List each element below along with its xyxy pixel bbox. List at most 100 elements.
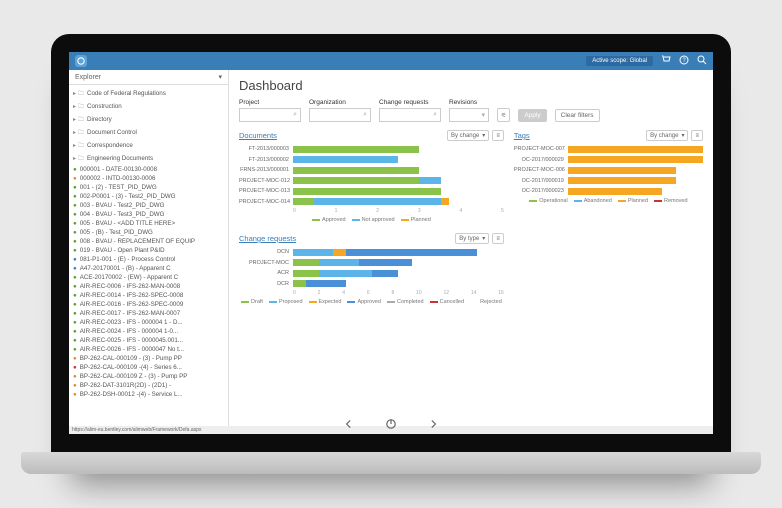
chart-segment xyxy=(441,198,449,205)
tree-node-label: 003 - BVAU - Test2_PID_DWG xyxy=(80,202,165,209)
chart-row-label: FRNS-2013/000001 xyxy=(239,167,293,173)
explorer-label: Explorer xyxy=(75,74,101,81)
chart-bars xyxy=(293,259,504,266)
chart-segment xyxy=(293,156,398,163)
tree-node[interactable]: ●AIR-REC-0016 - IFS-262-SPEC-0009 xyxy=(69,300,228,309)
tree-node-label: A47-20170001 - (B) - Apparent C xyxy=(80,265,171,272)
tree-node[interactable]: ▸ 🗀Correspondence xyxy=(69,139,228,152)
tree-node[interactable]: ●000002 - INTD-00130-0006 xyxy=(69,174,228,183)
filter-cr-input[interactable]: ⌕ xyxy=(379,108,441,122)
tree-node[interactable]: ●005 - BVAU - <ADD TITLE HERE> xyxy=(69,219,228,228)
tree-node[interactable]: ●BP-262-DSH-00012 -(4) - Service L... xyxy=(69,390,228,399)
tree-node[interactable]: ●AIR-REC-0023 - IFS - 000004 1 - D... xyxy=(69,318,228,327)
tree-node[interactable]: ●AIR-REC-0017 - IFS-262-MAN-0007 xyxy=(69,309,228,318)
chart-segment xyxy=(319,270,372,277)
tree-node-label: AIR-REC-0024 - IFS - 000004 1-0... xyxy=(80,328,178,335)
clear-filters-button[interactable]: Clear filters xyxy=(555,109,600,122)
tree-node[interactable]: ●003 - BVAU - Test2_PID_DWG xyxy=(69,201,228,210)
laptop-controls xyxy=(343,418,439,430)
tree-node[interactable]: ●AIR-REC-0014 - IFS-262-SPEC-0008 xyxy=(69,291,228,300)
chart-bars xyxy=(568,188,703,195)
document-icon: ● xyxy=(73,346,77,353)
tree-node[interactable]: ▸ 🗀Engineering Documents xyxy=(69,152,228,165)
tree-node[interactable]: ▸ 🗀Directory xyxy=(69,113,228,126)
tree-node-label: AIR-REC-0006 - IFS-262-MAN-0008 xyxy=(80,283,180,290)
tree-node[interactable]: ●ACE-20170002 - (EW) - Apparent C xyxy=(69,273,228,282)
tree-node-label: 004 - BVAU - Test3_PID_DWG xyxy=(80,211,165,218)
tree-node[interactable]: ●AIR-REC-0026 - IFS - 0000047 No t... xyxy=(69,345,228,354)
document-icon: ● xyxy=(73,166,77,173)
chart-legend: Draft Proposed Expected Approved Complet… xyxy=(239,299,504,305)
chart-segment xyxy=(346,249,478,256)
tree-node[interactable]: ●019 - BVAU - Open Plant P&ID xyxy=(69,246,228,255)
filter-project-input[interactable]: ⌕ xyxy=(239,108,301,122)
app-logo-icon[interactable] xyxy=(75,55,87,67)
chart-row-label: FT-2013/000002 xyxy=(239,157,293,163)
changereq-title[interactable]: Change requests xyxy=(239,234,296,243)
tree-node[interactable]: ●AIR-REC-0025 - IFS - 0000045.001... xyxy=(69,336,228,345)
search-icon[interactable] xyxy=(697,55,707,67)
filter-extra[interactable]: ⚟ xyxy=(497,108,510,122)
changereq-selector[interactable]: By type ▾ xyxy=(455,233,489,244)
tree-node[interactable]: ▸ 🗀Construction xyxy=(69,100,228,113)
tree-node-label: Correspondence xyxy=(87,142,133,149)
tree-node[interactable]: ●AIR-REC-0006 - IFS-262-MAN-0008 xyxy=(69,282,228,291)
tree-node[interactable]: ●AIR-REC-0024 - IFS - 000004 1-0... xyxy=(69,327,228,336)
tree-node[interactable]: ●005 - (B) - Test_PID_DWG xyxy=(69,228,228,237)
filter-project-label: Project xyxy=(239,99,301,106)
document-icon: ● xyxy=(73,319,77,326)
filter-cr-label: Change requests xyxy=(379,99,441,106)
tags-selector[interactable]: By change ▾ xyxy=(646,130,688,141)
chart-row-label: PROJECT-MOC-006 xyxy=(514,167,568,173)
tree-node[interactable]: ▸ 🗀Document Control xyxy=(69,126,228,139)
tree-node[interactable]: ●081-P1-001 - (E) - Process Control xyxy=(69,255,228,264)
tree-node[interactable]: ●002-P0001 - (3) - Test2_PID_DWG xyxy=(69,192,228,201)
tree-node[interactable]: ▸ 🗀Code of Federal Regulations xyxy=(69,87,228,100)
chart-bars xyxy=(293,146,504,153)
chart-row: PROJECT-MOC-012 xyxy=(239,177,504,185)
export-button[interactable]: ≡ xyxy=(492,130,504,141)
documents-title[interactable]: Documents xyxy=(239,131,277,140)
tags-title[interactable]: Tags xyxy=(514,131,530,140)
tree-node[interactable]: ●BP-262-DAT-3101R(2D) - (2D1) - xyxy=(69,381,228,390)
chart-row: OC-2017/000023 xyxy=(514,187,703,195)
tree-node[interactable]: ●001 - (2) - TEST_PID_DWG xyxy=(69,183,228,192)
help-icon[interactable]: ? xyxy=(679,55,689,67)
documents-selector[interactable]: By change ▾ xyxy=(447,130,489,141)
tree-node[interactable]: ●BP-262-CAL-000109 Z - (3) - Pump PP xyxy=(69,372,228,381)
tree-node[interactable]: ●000001 - DATE-00130-0008 xyxy=(69,165,228,174)
folder-icon: ▸ 🗀 xyxy=(73,127,84,138)
cart-icon[interactable] xyxy=(661,55,671,67)
filter-rev-input[interactable]: ▾ xyxy=(449,108,489,122)
tree[interactable]: ▸ 🗀Code of Federal Regulations▸ 🗀Constru… xyxy=(69,85,228,434)
document-icon: ● xyxy=(73,373,77,380)
filter-org-label: Organization xyxy=(309,99,371,106)
tree-node[interactable]: ●008 - BVAU - REPLACEMENT OF EQUIP xyxy=(69,237,228,246)
search-icon: ⌕ xyxy=(363,111,367,119)
export-button[interactable]: ≡ xyxy=(492,233,504,244)
export-button[interactable]: ≡ xyxy=(691,130,703,141)
tree-node-label: AIR-REC-0014 - IFS-262-SPEC-0008 xyxy=(80,292,184,299)
chart-segment xyxy=(359,259,412,266)
explorer-header[interactable]: Explorer ▾ xyxy=(69,70,228,85)
tree-node[interactable]: ●BP-262-CAL-000109 - (3) - Pump PP xyxy=(69,354,228,363)
document-icon: ● xyxy=(73,229,77,236)
tree-node[interactable]: ●A47-20170001 - (B) - Apparent C xyxy=(69,264,228,273)
tree-node[interactable]: ●004 - BVAU - Test3_PID_DWG xyxy=(69,210,228,219)
chart-segment xyxy=(319,259,359,266)
chart-segment xyxy=(293,146,419,153)
main-content: Dashboard Project⌕ Organization⌕ Change … xyxy=(229,70,713,434)
folder-icon: ▸ 🗀 xyxy=(73,101,84,112)
chart-row: PROJECT-MOC-014 xyxy=(239,198,504,206)
chart-segment xyxy=(314,198,440,205)
tree-node[interactable]: ●BP-262-CAL-000109 -(4) - Series 6... xyxy=(69,363,228,372)
apply-button[interactable]: Apply xyxy=(518,109,546,122)
back-icon xyxy=(343,418,355,430)
chart-bars xyxy=(293,198,504,205)
documents-chart: FT-2013/000003FT-2013/000002FRNS-2013/00… xyxy=(239,145,504,223)
chart-row-label: PROJECT-MOC-007 xyxy=(514,146,568,152)
filter-org-input[interactable]: ⌕ xyxy=(309,108,371,122)
chart-row-label: PROJECT-MOC-014 xyxy=(239,199,293,205)
chevron-down-icon: ▾ xyxy=(218,73,222,81)
active-scope[interactable]: Active scope: Global xyxy=(586,56,653,66)
